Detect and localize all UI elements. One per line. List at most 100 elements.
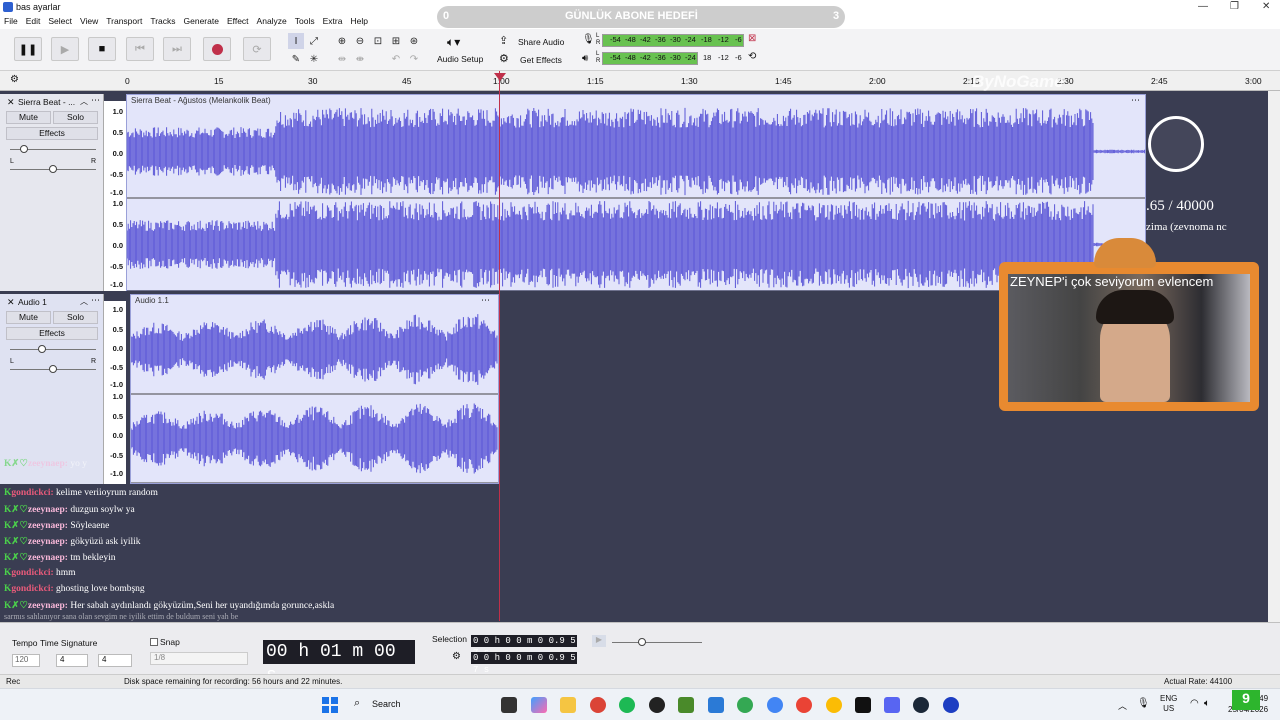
speaker-icon[interactable]: 🔈︎▾ (447, 35, 460, 50)
zoom-selection-icon[interactable]: ⊡ (370, 33, 386, 49)
record-button[interactable] (203, 37, 231, 61)
steam-icon[interactable] (913, 697, 929, 713)
playback-meter-handle-icon[interactable]: ⟲ (748, 51, 756, 62)
tiktok-icon[interactable] (855, 697, 871, 713)
clip-title[interactable]: Audio 1.1 (135, 296, 169, 305)
track-control-panel[interactable]: ✕ Sierra Beat - ... ︿ ⋯ Mute Solo Effect… (0, 94, 104, 291)
zoom-fit-icon[interactable]: ⊞ (388, 33, 404, 49)
snap-select[interactable]: 1/8 (150, 652, 248, 665)
get-effects-button[interactable]: Get Effects (520, 55, 562, 65)
mute-button[interactable]: Mute (6, 311, 51, 324)
menu-tools[interactable]: Tools (291, 14, 319, 28)
menu-view[interactable]: View (76, 14, 102, 28)
solo-button[interactable]: Solo (53, 311, 98, 324)
discord-icon[interactable] (884, 697, 900, 713)
file-explorer-icon[interactable] (560, 697, 576, 713)
track-name[interactable]: Audio 1 (18, 297, 47, 307)
chrome-profile-icon[interactable] (826, 697, 842, 713)
menu-edit[interactable]: Edit (22, 14, 45, 28)
loop-button[interactable]: ⟳ (243, 37, 271, 61)
spotify-icon[interactable] (619, 697, 635, 713)
close-track-icon[interactable]: ✕ (7, 97, 15, 108)
solo-button[interactable]: Solo (53, 111, 98, 124)
selection-settings-icon[interactable]: ⚙ (452, 651, 461, 662)
track-name[interactable]: Sierra Beat - ... (18, 97, 75, 107)
menu-analyze[interactable]: Analyze (253, 14, 291, 28)
share-audio-icon[interactable]: ⇪ (499, 34, 508, 47)
gain-slider-handle[interactable] (20, 145, 28, 153)
obs-icon[interactable] (649, 697, 665, 713)
menu-generate[interactable]: Generate (180, 14, 223, 28)
timeline-settings-icon[interactable]: ⚙ (10, 74, 19, 85)
minecraft-icon[interactable] (678, 697, 694, 713)
volume-icon[interactable]: 🔈︎ (1204, 698, 1210, 709)
tray-chevron-icon[interactable]: ︿ (1118, 699, 1127, 712)
pause-button[interactable]: ❚❚ (14, 37, 42, 61)
sig-denominator-select[interactable]: 4 (98, 654, 132, 667)
menu-select[interactable]: Select (44, 14, 76, 28)
play-at-speed-icon[interactable]: ▶ (592, 635, 606, 647)
zoom-toggle-icon[interactable]: ⊛ (406, 33, 422, 49)
effects-button[interactable]: Effects (6, 127, 98, 140)
close-track-icon[interactable]: ✕ (7, 297, 15, 308)
track-menu-icon[interactable]: ⋯ (91, 295, 100, 306)
selection-end-field[interactable]: 0 0 h 0 0 m 0 0.9 5 7 s (471, 652, 577, 675)
mute-button[interactable]: Mute (6, 111, 51, 124)
selection-start-field[interactable]: 0 0 h 0 0 m 0 0.9 5 7 s (471, 635, 577, 658)
time-display[interactable]: 00 h 01 m 00 s (263, 640, 415, 686)
multi-tool-icon[interactable]: ✳ (306, 51, 322, 67)
silence-icon[interactable]: ⇼ (352, 51, 368, 67)
snap-checkbox[interactable] (150, 638, 158, 646)
language-indicator[interactable]: ENG US (1160, 694, 1177, 714)
audio-clip[interactable]: Audio 1.1 ⋯ (130, 294, 499, 484)
maximize-icon[interactable]: ❐ (1230, 1, 1239, 12)
playhead[interactable] (499, 71, 500, 621)
trim-icon[interactable]: ⇹ (334, 51, 350, 67)
chrome-profile-icon[interactable] (767, 697, 783, 713)
menu-file[interactable]: File (0, 14, 22, 28)
collapse-icon[interactable]: ︿ (80, 296, 88, 307)
tempo-input[interactable]: 120 (12, 654, 40, 667)
envelope-tool-icon[interactable]: ⤢ (306, 33, 322, 49)
redo-icon[interactable]: ↷ (406, 51, 422, 67)
effects-button[interactable]: Effects (6, 327, 98, 340)
undo-icon[interactable]: ↶ (388, 51, 404, 67)
skip-start-button[interactable]: ⏮ (126, 37, 154, 61)
speed-slider[interactable] (612, 642, 702, 643)
skip-end-button[interactable]: ⏭ (163, 37, 191, 61)
playhead-marker-icon[interactable] (494, 73, 506, 81)
minimize-icon[interactable]: — (1198, 1, 1208, 12)
gain-slider[interactable] (10, 349, 96, 350)
audacity-icon[interactable] (943, 697, 959, 713)
sig-numerator-select[interactable]: 4 (56, 654, 88, 667)
pan-slider-handle[interactable] (49, 165, 57, 173)
clip-title[interactable]: Sierra Beat - Ağustos (Melankolik Beat) (131, 96, 271, 105)
share-audio-button[interactable]: Share Audio (518, 37, 564, 47)
gain-slider-handle[interactable] (38, 345, 46, 353)
play-button[interactable]: ▶ (51, 37, 79, 61)
collapse-icon[interactable]: ︿ (80, 96, 88, 107)
close-icon[interactable]: ✕ (1262, 1, 1270, 12)
menu-transport[interactable]: Transport (102, 14, 146, 28)
draw-tool-icon[interactable]: ✎ (288, 51, 304, 67)
windows-start-icon[interactable] (322, 697, 338, 713)
menu-help[interactable]: Help (346, 14, 371, 28)
menu-tracks[interactable]: Tracks (146, 14, 179, 28)
timeline-ruler[interactable]: ⚙ 0 15 30 45 1:00 1:15 1:30 1:45 2:00 2:… (0, 71, 1280, 91)
stop-button[interactable]: ■ (88, 37, 116, 61)
wifi-icon[interactable]: ◠ (1190, 698, 1199, 709)
microphone-icon[interactable]: 🎙︎ (582, 34, 595, 45)
chrome-icon[interactable] (590, 697, 606, 713)
zoom-out-icon[interactable]: ⊖ (352, 33, 368, 49)
select-tool-icon[interactable]: I (288, 33, 304, 49)
chrome-profile-icon[interactable] (737, 697, 753, 713)
record-meter-handle-icon[interactable]: ⊠ (748, 33, 756, 44)
speed-slider-handle[interactable] (638, 638, 646, 646)
menu-effect[interactable]: Effect (223, 14, 253, 28)
track-control-panel[interactable]: ✕ Audio 1 ︿ ⋯ Mute Solo Effects L R (0, 294, 104, 484)
pan-slider-handle[interactable] (49, 365, 57, 373)
microphone-tray-icon[interactable]: 🎙︎ (1137, 698, 1150, 709)
task-view-icon[interactable] (501, 697, 517, 713)
zoom-in-icon[interactable]: ⊕ (334, 33, 350, 49)
vscode-icon[interactable] (708, 697, 724, 713)
